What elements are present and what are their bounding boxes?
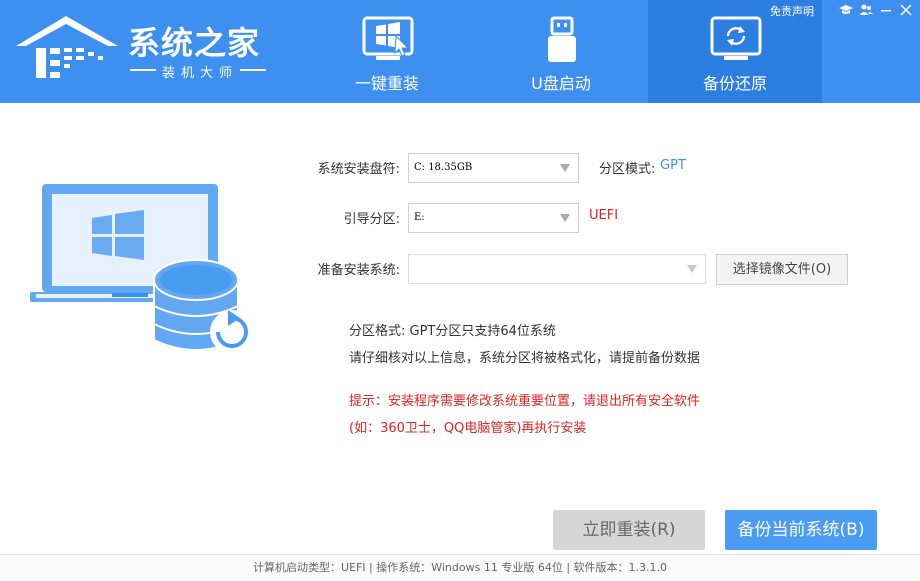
minimize-icon[interactable]: [878, 2, 894, 18]
tab-label: 一键重装: [354, 74, 419, 93]
graduation-cap-icon[interactable]: [838, 2, 854, 18]
close-icon[interactable]: [898, 2, 914, 18]
security-warning-line1: 提示：安装程序需要修改系统重要位置，请退出所有安全软件: [349, 394, 701, 409]
system-image-select[interactable]: [408, 254, 706, 284]
header-bar: 系统之家 装机大师 一键重装 U盘启动 备份还原 免责声明: [0, 0, 920, 103]
tab-usb-boot[interactable]: U盘启动: [474, 0, 648, 103]
install-disk-select[interactable]: C: 18.35GB: [408, 153, 579, 183]
house-logo-icon: [16, 16, 118, 78]
boot-partition-select[interactable]: E:: [408, 203, 579, 233]
backup-current-system-button[interactable]: 备份当前系统(B): [725, 510, 877, 550]
install-disk-value: C: 18.35GB: [414, 162, 473, 173]
install-disk-label: 系统安装盘符:: [317, 162, 400, 177]
format-warning-note: 请仔细核对以上信息，系统分区将被格式化，请提前备份数据: [349, 351, 701, 366]
laptop-database-illustration: [30, 184, 254, 354]
disclaimer-link[interactable]: 免责声明: [770, 3, 814, 19]
security-warning-line2: (如：360卫士，QQ电脑管家)再执行安装: [349, 421, 587, 436]
logo-title: 系统之家: [128, 24, 261, 62]
partition-mode-label: 分区模式:: [599, 162, 656, 177]
logo-subtitle: 装机大师: [162, 66, 239, 81]
prepare-system-label: 准备安装系统:: [317, 263, 400, 278]
partition-format-note: 分区格式: GPT分区只支持64位系统: [349, 324, 556, 339]
boot-partition-value: E:: [414, 212, 425, 223]
tab-one-click-reinstall[interactable]: 一键重装: [300, 0, 474, 103]
app-logo: 系统之家 装机大师: [14, 12, 274, 90]
chevron-down-icon: [560, 164, 570, 172]
status-bar: 计算机启动类型：UEFI | 操作系统：Windows 11 专业版 64位 |…: [0, 554, 920, 581]
refresh-icon: [210, 310, 254, 354]
divider: [240, 69, 266, 71]
monitor-restore-icon: [710, 16, 762, 60]
windows-cursor-icon: [362, 16, 414, 60]
divider: [130, 69, 156, 71]
tab-label: U盘启动: [531, 74, 591, 93]
chevron-down-icon: [560, 214, 570, 222]
partition-mode-value: GPT: [660, 158, 686, 173]
install-now-button[interactable]: 立即重装(R): [553, 510, 705, 550]
users-icon[interactable]: [858, 2, 874, 18]
usb-drive-icon: [548, 16, 576, 62]
boot-partition-label: 引导分区:: [343, 212, 400, 227]
tab-label: 备份还原: [702, 74, 767, 93]
boot-mode-value: UEFI: [589, 208, 619, 223]
select-image-button[interactable]: 选择镜像文件(O): [716, 254, 848, 285]
chevron-down-icon: [687, 265, 697, 273]
